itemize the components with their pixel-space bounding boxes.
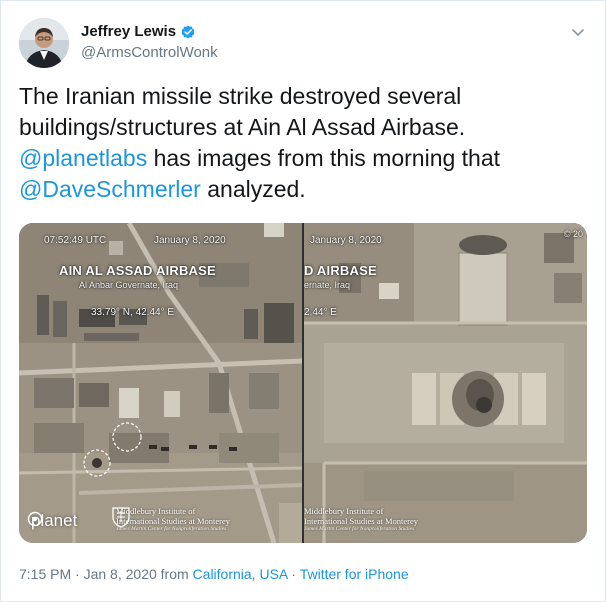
chevron-down-icon[interactable] bbox=[569, 23, 587, 41]
verified-badge-icon bbox=[180, 24, 196, 40]
institute-subline: James Martin Center for Nonproliferation… bbox=[304, 526, 415, 532]
tweet-text-fragment: has images from this morning that bbox=[147, 145, 501, 171]
mention-daveschmerler[interactable]: @DaveSchmerler bbox=[19, 176, 201, 202]
airbase-coordinates: 2.44° E bbox=[304, 307, 337, 318]
tweet-source-link[interactable]: Twitter for iPhone bbox=[300, 566, 409, 582]
avatar[interactable] bbox=[19, 18, 69, 68]
airbase-title: AIN AL ASSAD AIRBASE bbox=[59, 263, 216, 278]
tweet-text-line: buildings/structures at Ain Al Assad Air… bbox=[19, 114, 466, 140]
separator: · bbox=[291, 566, 297, 582]
tweet-metadata: 7:15 PM · Jan 8, 2020 from California, U… bbox=[19, 566, 409, 582]
middlebury-logo: Middlebury Institute of International St… bbox=[304, 506, 418, 533]
author-display-name[interactable]: Jeffrey Lewis bbox=[81, 23, 176, 40]
airbase-subtitle: Al Anbar Governate, Iraq bbox=[79, 280, 179, 290]
author-handle[interactable]: @ArmsControlWonk bbox=[81, 44, 218, 61]
tweet-text-line: @DaveSchmerler analyzed. bbox=[19, 174, 579, 205]
tweet-location-link[interactable]: California, USA bbox=[193, 566, 288, 582]
institute-line: Middlebury Institute of bbox=[116, 506, 196, 516]
capture-time: 07:52:49 UTC bbox=[44, 235, 107, 246]
airbase-title: D AIRBASE bbox=[304, 263, 377, 278]
tweet-date[interactable]: Jan 8, 2020 bbox=[84, 566, 157, 582]
from-label: from bbox=[160, 566, 189, 582]
satellite-image-left[interactable]: 07:52:49 UTC January 8, 2020 AIN AL ASSA… bbox=[19, 223, 302, 543]
tweet-text-line: @planetlabs has images from this morning… bbox=[19, 143, 579, 174]
copyright: © 20 bbox=[563, 229, 583, 239]
tweet-time[interactable]: 7:15 PM bbox=[19, 566, 71, 582]
satellite-image-right[interactable]: January 8, 2020 © 20 D AIRBASE ernate, I… bbox=[304, 223, 587, 543]
tweet-text: The Iranian missile strike destroyed sev… bbox=[19, 81, 579, 205]
tweet-media[interactable]: 07:52:49 UTC January 8, 2020 AIN AL ASSA… bbox=[19, 223, 587, 543]
planet-logo: planet bbox=[27, 511, 77, 531]
separator: · bbox=[75, 566, 80, 582]
institute-subline: James Martin Center for Nonproliferation… bbox=[116, 526, 227, 532]
middlebury-text: Middlebury Institute of International St… bbox=[116, 506, 230, 533]
capture-date: January 8, 2020 bbox=[154, 235, 226, 246]
tweet-card: Jeffrey Lewis @ArmsControlWonk The Irani… bbox=[0, 0, 606, 602]
airbase-coordinates: 33.79° N, 42.44° E bbox=[91, 307, 175, 318]
middlebury-text: Middlebury Institute of International St… bbox=[304, 506, 418, 533]
author-name-row: Jeffrey Lewis bbox=[81, 23, 196, 40]
tweet-text-fragment: analyzed. bbox=[200, 176, 306, 202]
institute-line: International Studies at Monterey bbox=[116, 516, 231, 526]
tweet-text-line: The Iranian missile strike destroyed sev… bbox=[19, 83, 462, 109]
middlebury-logo: Middlebury Institute of International St… bbox=[111, 506, 230, 533]
institute-line: Middlebury Institute of bbox=[304, 506, 384, 516]
institute-line: International Studies at Monterey bbox=[304, 516, 419, 526]
mention-planetlabs[interactable]: @planetlabs bbox=[19, 145, 147, 171]
airbase-subtitle: ernate, Iraq bbox=[304, 280, 351, 290]
capture-date: January 8, 2020 bbox=[310, 235, 382, 246]
